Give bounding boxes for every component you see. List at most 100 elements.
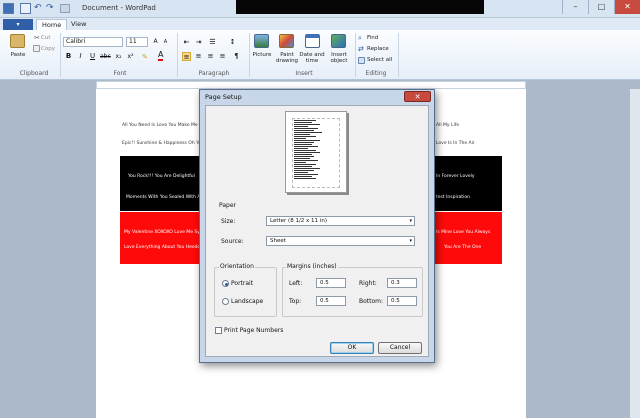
landscape-label[interactable]: Landscape [231,298,263,305]
paper-source-select[interactable]: Sheet ▾ [266,236,415,246]
picture-icon[interactable] [254,34,269,48]
insert-object-icon[interactable] [331,34,346,48]
preview-line [294,156,314,157]
select-all-icon[interactable] [358,57,365,64]
cut-button[interactable]: Cut [41,35,50,41]
file-menu-button[interactable]: ▾ [3,19,33,30]
tab-view[interactable]: View [66,19,91,30]
replace-icon[interactable]: ⇄ [358,45,364,53]
print-page-numbers-label[interactable]: Print Page Numbers [224,327,283,334]
right-margin-label: Right: [359,280,377,287]
close-button[interactable]: ✕ [614,0,640,14]
shrink-font-icon[interactable]: A [161,38,170,47]
find-icon[interactable]: ⌕ [358,34,362,43]
preview-line [294,142,314,143]
preview-line [294,134,310,135]
increase-indent-icon[interactable]: ⇥ [194,38,203,47]
customize-icon[interactable] [60,4,70,13]
chevron-down-icon: ▾ [409,218,412,224]
calendar-icon[interactable] [305,34,320,48]
paint-drawing-icon[interactable] [279,34,294,48]
grow-font-icon[interactable]: A [151,37,160,46]
cancel-button[interactable]: Cancel [378,342,422,354]
right-margin-input[interactable]: 0.3 [387,278,417,288]
preview-line [294,162,306,163]
source-label: Source: [221,238,244,245]
top-margin-label: Top: [289,298,302,305]
bottom-margin-input[interactable]: 0.5 [387,296,417,306]
replace-button[interactable]: Replace [367,46,389,52]
paragraph-settings-icon[interactable]: ¶ [232,52,241,61]
tab-home[interactable]: Home [36,19,68,30]
line-spacing-icon[interactable]: ↕ [228,38,237,47]
decrease-indent-icon[interactable]: ⇤ [182,38,191,47]
app-menu-icon[interactable] [3,3,14,14]
dialog-title: Page Setup [205,93,242,101]
top-margin-input[interactable]: 0.5 [316,296,346,306]
preview-line [294,172,308,173]
band-text: test Inspiration [436,195,470,200]
left-margin-label: Left: [289,280,303,287]
redo-icon[interactable]: ↷ [46,3,54,13]
preview-line [294,130,314,131]
maximize-button[interactable]: □ [588,0,614,14]
paper-size-value: Letter (8 1/2 x 11 in) [270,218,327,224]
ok-button[interactable]: OK [330,342,374,354]
portrait-label[interactable]: Portrait [231,280,253,287]
portrait-radio[interactable] [222,280,229,287]
preview-line [294,120,316,121]
align-center-icon[interactable]: ≡ [194,52,203,61]
band-text: You Rock!!! You Are Delightful [128,174,195,179]
date-time-button[interactable]: Date and time [298,52,326,64]
align-left-icon[interactable]: ≡ [182,52,191,61]
find-button[interactable]: Find [367,35,378,41]
preview-line [294,132,322,133]
ribbon-separator [177,33,178,77]
bullets-icon[interactable]: ☰ [208,38,217,47]
vertical-scrollbar[interactable] [630,89,640,418]
subscript-button[interactable]: x₂ [114,52,123,61]
landscape-radio[interactable] [222,298,229,305]
undo-icon[interactable]: ↶ [34,3,42,13]
font-family-combo[interactable]: Calibri [63,37,123,47]
paper-source-value: Sheet [270,238,286,244]
save-icon[interactable] [20,3,31,14]
highlight-icon[interactable]: ✎ [142,53,148,61]
paint-drawing-button[interactable]: Paint drawing [274,52,300,64]
band-text: My Valentine XOXOXO Love Me Sy [124,230,200,235]
select-all-button[interactable]: Select all [367,57,392,63]
orientation-group [214,267,277,317]
chevron-down-icon: ▾ [409,238,412,244]
preview-line [294,146,318,147]
bold-button[interactable]: B [64,52,73,61]
paste-icon[interactable] [10,34,25,48]
superscript-button[interactable]: x² [126,52,135,61]
cut-icon[interactable]: ✂ [34,34,40,42]
margins-label: Margins (inches) [286,263,338,270]
preview-line [294,160,318,161]
band-text: In Forever Lovely [436,174,475,179]
preview-line [294,148,308,149]
dialog-close-button[interactable]: ✕ [404,91,431,102]
preview-line [294,124,320,125]
ribbon-tabs-bar [0,18,640,30]
preview-line [294,168,320,169]
left-margin-input[interactable]: 0.5 [316,278,346,288]
align-right-icon[interactable]: ≡ [206,52,215,61]
font-size-combo[interactable]: 11 [126,37,148,47]
strikethrough-button[interactable]: abc [100,52,111,61]
insert-object-button[interactable]: Insert object [325,52,353,64]
underline-button[interactable]: U [88,52,97,61]
print-page-numbers-checkbox[interactable] [215,327,222,334]
italic-button[interactable]: I [76,52,85,61]
font-color-icon[interactable]: A [158,51,164,61]
justify-icon[interactable]: ≡ [218,52,227,61]
picture-button[interactable]: Picture [249,52,275,58]
copy-icon[interactable] [33,45,40,52]
ruler[interactable] [96,81,526,89]
minimize-button[interactable]: – [562,0,588,14]
paper-size-select[interactable]: Letter (8 1/2 x 11 in) ▾ [266,216,415,226]
doc-line: All You Need Is Love You Make Me [122,123,198,128]
copy-button[interactable]: Copy [41,46,55,52]
paste-button-label[interactable]: Paste [6,52,30,58]
